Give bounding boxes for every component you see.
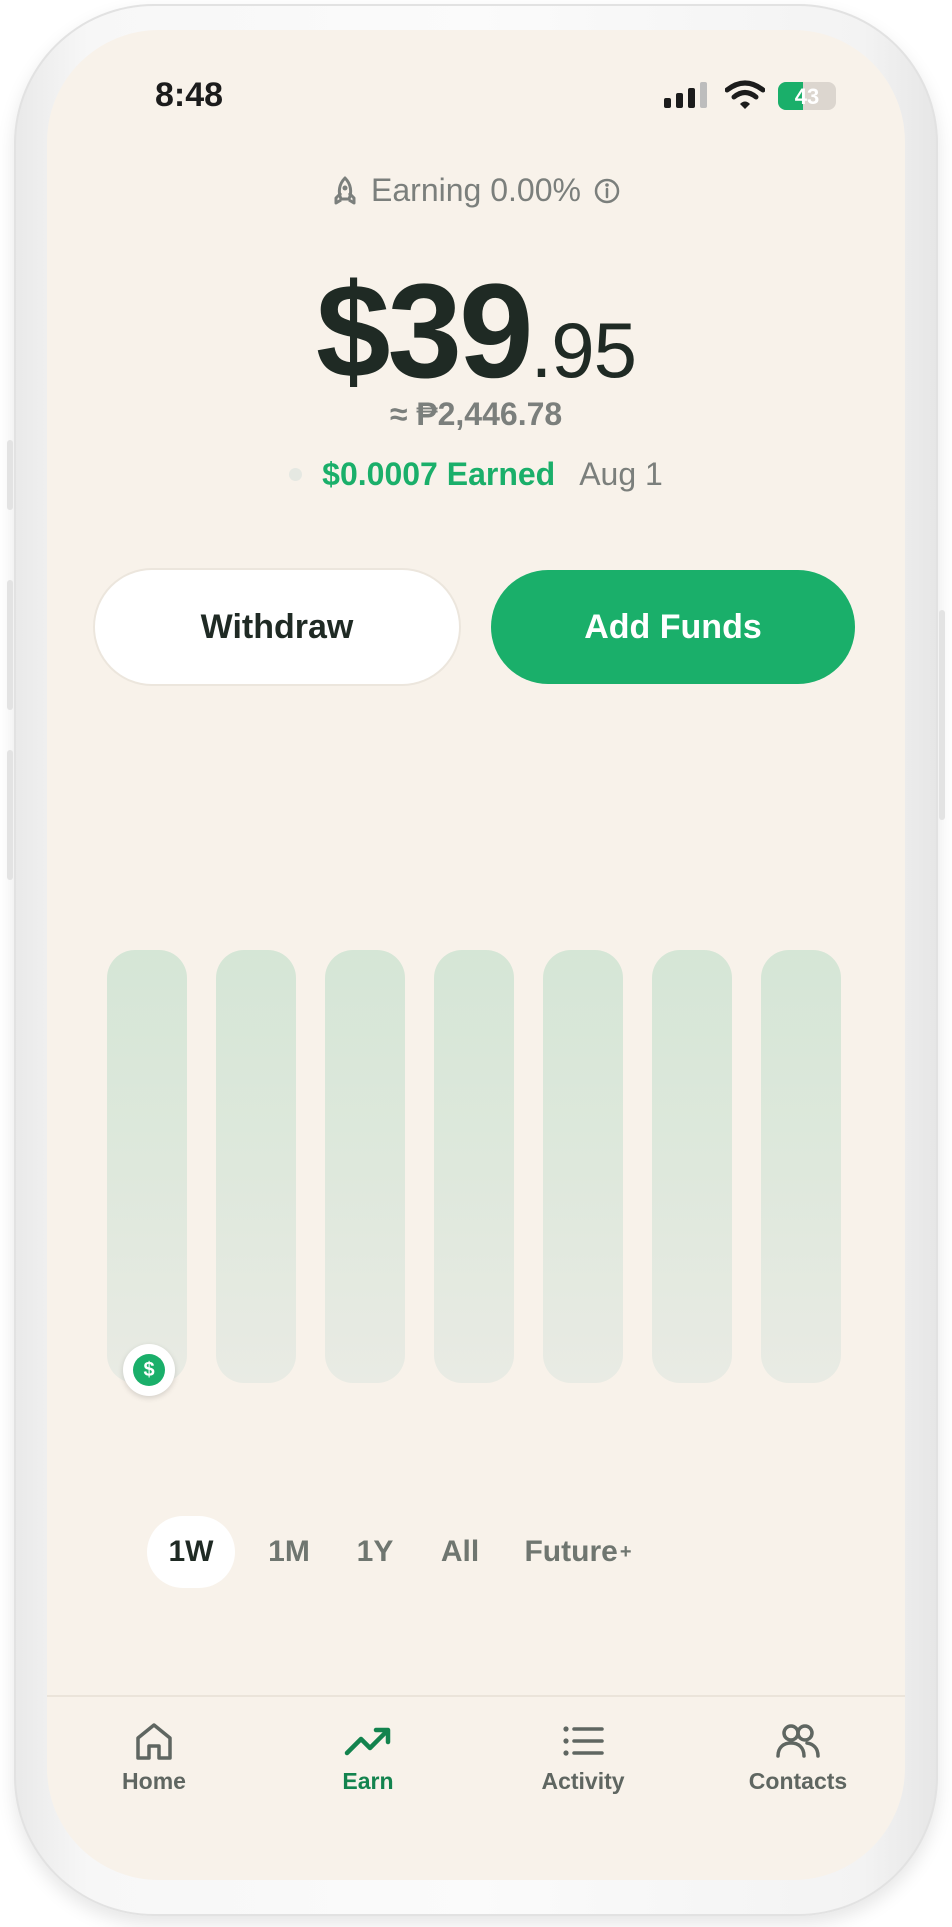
balance-amount: $39.95 <box>47 255 905 408</box>
home-icon <box>136 1723 172 1760</box>
battery-level: 43 <box>794 84 820 109</box>
chart-bar <box>216 950 296 1383</box>
nav-home[interactable]: Home <box>64 1720 244 1795</box>
balance-whole: $39 <box>315 257 534 406</box>
nav-activity[interactable]: Activity <box>493 1720 673 1795</box>
volume-up-button <box>7 580 13 710</box>
local-currency-amount: ≈ ₱2,446.78 <box>389 396 563 432</box>
chart-bar <box>761 950 841 1383</box>
nav-home-label: Home <box>122 1768 186 1794</box>
dollar-coin-icon: $ <box>133 1354 165 1386</box>
range-tab-1w[interactable]: 1W <box>147 1516 235 1588</box>
balance-cents: .95 <box>530 306 637 394</box>
earned-dot-icon <box>289 468 303 481</box>
earned-row: $0.0007 Earned Aug 1 <box>47 456 905 493</box>
chart-bar <box>325 950 405 1383</box>
nav-activity-label: Activity <box>541 1768 625 1794</box>
app-screen: 8:48 43 Earning 0.00% $39.95 ≈ ₱2,446.78… <box>47 30 905 1880</box>
trend-up-icon <box>344 1727 391 1756</box>
rocket-icon <box>334 176 356 204</box>
nav-contacts[interactable]: Contacts <box>708 1720 888 1795</box>
earning-rate-label: Earning 0.00% <box>371 172 581 208</box>
range-tab-label: All <box>440 1535 480 1568</box>
current-position-marker[interactable]: $ <box>123 1344 175 1396</box>
range-tab-future[interactable]: Future + <box>513 1516 643 1588</box>
range-tab-label: 1M <box>268 1535 310 1568</box>
chart-bar <box>652 950 732 1383</box>
chart-bar <box>434 950 514 1383</box>
earned-date: Aug 1 <box>579 456 663 492</box>
cellular-signal-icon <box>664 82 707 108</box>
range-tab-suffix: + <box>619 1540 632 1563</box>
list-icon <box>563 1726 604 1756</box>
range-tab-label: 1W <box>168 1535 214 1568</box>
withdraw-button[interactable]: Withdraw <box>95 570 459 684</box>
range-tab-label: Future <box>524 1535 618 1568</box>
range-tab-1m[interactable]: 1M <box>249 1516 329 1588</box>
range-tab-1y[interactable]: 1Y <box>337 1516 413 1588</box>
earning-rate-row: Earning 0.00% <box>47 172 905 209</box>
wifi-icon <box>725 80 765 109</box>
range-tab-label: 1Y <box>356 1535 394 1568</box>
status-time: 8:48 <box>155 76 224 114</box>
chart-bar <box>543 950 623 1383</box>
earned-amount: $0.0007 Earned <box>322 456 556 492</box>
side-button <box>7 440 13 510</box>
nav-earn-label: Earn <box>342 1768 394 1794</box>
add-funds-button[interactable]: Add Funds <box>491 570 855 684</box>
info-icon[interactable] <box>593 177 621 205</box>
nav-earn[interactable]: Earn <box>278 1720 458 1795</box>
power-button <box>939 610 945 820</box>
nav-divider <box>47 1695 905 1697</box>
contacts-icon <box>776 1724 820 1758</box>
battery-icon: 43 <box>778 82 836 110</box>
volume-down-button <box>7 750 13 880</box>
chart-bar <box>107 950 187 1383</box>
range-tab-all[interactable]: All <box>421 1516 499 1588</box>
nav-contacts-label: Contacts <box>748 1768 848 1794</box>
